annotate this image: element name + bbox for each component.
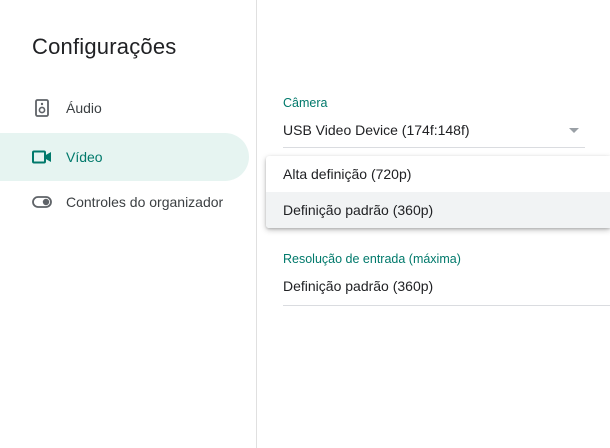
sidebar-item-label: Áudio [66,100,102,116]
camera-select-value: USB Video Device (174f:148f) [283,122,470,138]
toggle-icon [32,192,52,212]
camera-label: Câmera [283,96,328,110]
camera-select[interactable]: USB Video Device (174f:148f) [283,120,585,148]
resolution-select-value: Definição padrão (360p) [283,278,434,294]
sidebar-item-host-controls[interactable]: Controles do organizador [0,178,249,226]
sidebar-item-audio[interactable]: Áudio [0,84,249,132]
sidebar-item-video[interactable]: Vídeo [0,133,249,181]
sidebar-item-label: Controles do organizador [66,194,224,210]
settings-title: Configurações [32,34,177,59]
settings-sidebar: Configurações Áudio Vídeo Controles do o… [0,0,257,448]
videocam-icon [32,147,52,167]
resolution-label: Resolução de entrada (máxima) [283,252,461,266]
dropdown-arrow-icon [569,128,579,133]
resolution-dropdown-menu: Alta definição (720p) Definição padrão (… [266,156,610,228]
resolution-select[interactable]: Definição padrão (360p) [283,276,610,306]
sidebar-item-label: Vídeo [66,149,103,165]
menu-item-sd[interactable]: Definição padrão (360p) [266,192,610,228]
speaker-icon [32,98,52,118]
settings-dialog: Configurações Áudio Vídeo Controles do o… [0,0,610,448]
menu-item-hd[interactable]: Alta definição (720p) [266,156,610,192]
